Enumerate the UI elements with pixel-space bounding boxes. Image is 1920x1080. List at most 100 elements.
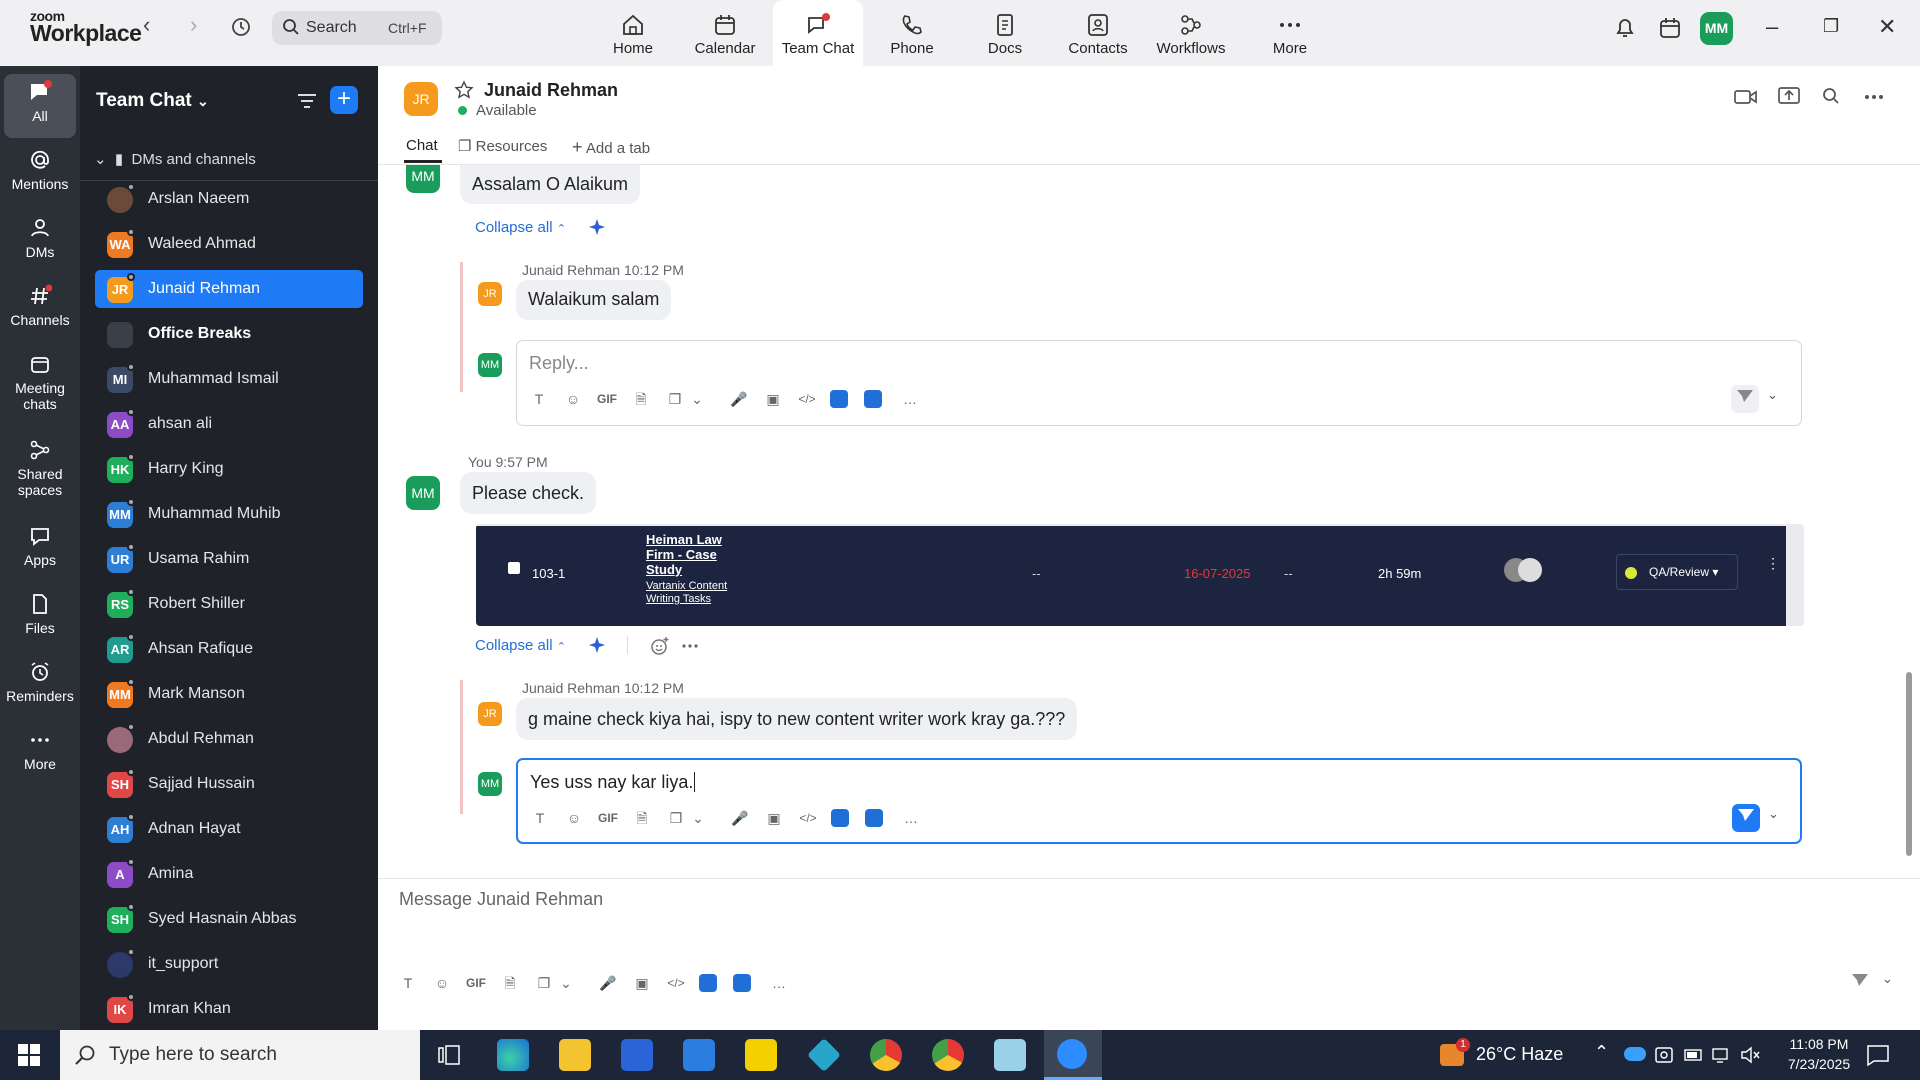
ai-sparkle-icon[interactable] bbox=[588, 218, 606, 236]
rail-all[interactable]: All bbox=[4, 74, 76, 138]
channel-item[interactable]: WA Waleed Ahmad bbox=[95, 225, 363, 263]
rail-shared-spaces[interactable]: Shared spaces bbox=[0, 438, 80, 498]
channel-item[interactable]: UR Usama Rahim bbox=[95, 540, 363, 578]
clock-date[interactable]: 7/23/2025 bbox=[1780, 1056, 1858, 1072]
notifications-icon[interactable] bbox=[1866, 1044, 1890, 1066]
network-icon[interactable] bbox=[1712, 1046, 1732, 1064]
format-text-icon[interactable]: T bbox=[528, 806, 552, 830]
forward-arrow-icon[interactable]: › bbox=[190, 12, 197, 38]
channel-item[interactable]: JR Junaid Rehman bbox=[95, 270, 363, 308]
format-text-icon[interactable]: T bbox=[527, 387, 551, 411]
emoji-icon[interactable]: ☺ bbox=[562, 806, 586, 830]
send-options-chevron-icon[interactable]: ⌄ bbox=[1768, 806, 1779, 822]
contact-avatar[interactable]: JR bbox=[404, 82, 438, 116]
nav-more[interactable]: More bbox=[1244, 0, 1336, 66]
video-message-icon[interactable]: ▣ bbox=[630, 971, 654, 995]
screenshot-icon[interactable]: ❐ bbox=[532, 971, 556, 995]
channel-item[interactable]: AA ahsan ali bbox=[95, 405, 363, 443]
nav-team-chat[interactable]: Team Chat bbox=[773, 0, 863, 66]
app-icon[interactable] bbox=[807, 1038, 841, 1072]
microphone-icon[interactable]: 🎤 bbox=[727, 387, 751, 411]
channel-item[interactable]: MI Muhammad Ismail bbox=[95, 360, 363, 398]
rail-mentions[interactable]: Mentions bbox=[0, 148, 80, 192]
channel-item[interactable]: HK Harry King bbox=[95, 450, 363, 488]
send-button-active[interactable] bbox=[1732, 804, 1760, 832]
collapse-all-link-2[interactable]: Collapse all ⌃ bbox=[475, 637, 566, 654]
channel-item[interactable]: AH Adnan Hayat bbox=[95, 810, 363, 848]
search-input[interactable]: Search Ctrl+F bbox=[272, 11, 442, 45]
reply-input-active[interactable]: Yes uss nay kar liya. T ☺ GIF 🗎 ❐ ⌄ 🎤 ▣ </>… ⌄ bbox=[516, 758, 1802, 844]
toolbar-more-icon[interactable]: … bbox=[898, 387, 922, 411]
add-reaction-icon[interactable] bbox=[650, 636, 670, 656]
volume-muted-icon[interactable] bbox=[1740, 1046, 1760, 1064]
composer-send-button[interactable] bbox=[1846, 969, 1874, 997]
rail-apps[interactable]: Apps bbox=[0, 524, 80, 568]
code-snippet-icon[interactable]: </> bbox=[795, 387, 819, 411]
message-more-icon[interactable] bbox=[682, 644, 698, 648]
dropdown-chevron-icon[interactable]: ⌄ bbox=[685, 387, 709, 411]
send-button[interactable] bbox=[1731, 385, 1759, 413]
video-call-icon[interactable] bbox=[1734, 88, 1758, 106]
my-avatar-2[interactable]: MM bbox=[406, 476, 440, 510]
clock-time[interactable]: 11:08 PM bbox=[1780, 1036, 1858, 1052]
gif-icon[interactable]: GIF bbox=[595, 387, 619, 411]
dms-section-header[interactable]: ⌄ ▮ DMs and channels bbox=[94, 150, 256, 168]
zoom-taskbar-button[interactable] bbox=[1044, 1030, 1102, 1080]
reply-avatar[interactable]: JR bbox=[478, 282, 502, 306]
gif-icon[interactable]: GIF bbox=[596, 806, 620, 830]
attach-file-icon[interactable]: 🗎 bbox=[498, 971, 522, 995]
app-blue-icon-2[interactable] bbox=[864, 390, 882, 408]
nav-calendar[interactable]: Calendar bbox=[679, 0, 771, 66]
show-hidden-icons-icon[interactable]: ⌃ bbox=[1594, 1042, 1609, 1063]
rail-files[interactable]: Files bbox=[0, 592, 80, 636]
contact-name[interactable]: Junaid Rehman bbox=[484, 80, 618, 101]
edge-icon[interactable] bbox=[497, 1039, 529, 1071]
screenshot-icon[interactable]: ❐ bbox=[664, 806, 688, 830]
composer-send-chevron-icon[interactable]: ⌄ bbox=[1882, 971, 1893, 987]
history-icon[interactable] bbox=[230, 16, 252, 38]
nav-home[interactable]: Home bbox=[587, 0, 679, 66]
team-chat-dropdown[interactable]: Team Chat ⌄ bbox=[96, 90, 209, 112]
chrome-icon-2[interactable] bbox=[932, 1039, 964, 1071]
notepad-icon[interactable] bbox=[994, 1039, 1026, 1071]
back-arrow-icon[interactable]: ‹ bbox=[143, 12, 150, 38]
rail-more[interactable]: More bbox=[0, 728, 80, 772]
code-snippet-icon[interactable]: </> bbox=[664, 971, 688, 995]
app-blue-icon-2[interactable] bbox=[865, 809, 883, 827]
app-blue-icon[interactable] bbox=[831, 809, 849, 827]
app-blue-icon[interactable] bbox=[699, 974, 717, 992]
video-message-icon[interactable]: ▣ bbox=[762, 806, 786, 830]
microsoft-store-icon[interactable] bbox=[621, 1039, 653, 1071]
chat-scrollbar[interactable] bbox=[1906, 672, 1912, 856]
bell-icon[interactable] bbox=[1612, 15, 1638, 41]
taskbar-search[interactable]: Type here to search bbox=[60, 1030, 420, 1080]
nav-contacts[interactable]: Contacts bbox=[1052, 0, 1144, 66]
onedrive-icon[interactable] bbox=[1624, 1047, 1646, 1061]
minimize-icon[interactable]: – bbox=[1766, 14, 1778, 40]
send-options-chevron-icon[interactable]: ⌄ bbox=[1767, 387, 1778, 403]
more-options-icon[interactable] bbox=[1864, 94, 1884, 100]
collapse-all-link[interactable]: Collapse all ⌃ bbox=[475, 219, 566, 236]
tab-chat[interactable]: Chat bbox=[406, 137, 438, 154]
message-composer[interactable]: Message Junaid Rehman T ☺ GIF 🗎 ❐ ⌄ 🎤 ▣ </>… ⌄ bbox=[378, 879, 1908, 1029]
new-chat-button[interactable]: + bbox=[330, 86, 358, 114]
tray-app-icon[interactable] bbox=[1654, 1045, 1674, 1065]
windows-start-icon[interactable] bbox=[18, 1044, 40, 1066]
channel-item[interactable]: it_support bbox=[95, 945, 363, 983]
file-explorer-icon[interactable] bbox=[559, 1039, 591, 1071]
code-snippet-icon[interactable]: </> bbox=[796, 806, 820, 830]
close-icon[interactable]: ✕ bbox=[1878, 14, 1896, 40]
app-blue-icon[interactable] bbox=[830, 390, 848, 408]
attach-file-icon[interactable]: 🗎 bbox=[629, 387, 653, 411]
dropdown-chevron-icon[interactable]: ⌄ bbox=[554, 971, 578, 995]
filter-icon[interactable] bbox=[296, 92, 318, 110]
tab-resources[interactable]: ❐ Resources bbox=[458, 137, 547, 155]
toolbar-more-icon[interactable]: … bbox=[899, 806, 923, 830]
emoji-icon[interactable]: ☺ bbox=[430, 971, 454, 995]
channel-item[interactable]: Office Breaks bbox=[95, 315, 363, 353]
channel-item[interactable]: AR Ahsan Rafique bbox=[95, 630, 363, 668]
channel-item[interactable]: A Amina bbox=[95, 855, 363, 893]
toolbar-more-icon[interactable]: … bbox=[767, 971, 791, 995]
shared-screenshot[interactable]: 103-1 Heiman Law Firm - Case Study Varta… bbox=[476, 524, 1804, 626]
channel-item[interactable]: IK Imran Khan bbox=[95, 990, 363, 1028]
